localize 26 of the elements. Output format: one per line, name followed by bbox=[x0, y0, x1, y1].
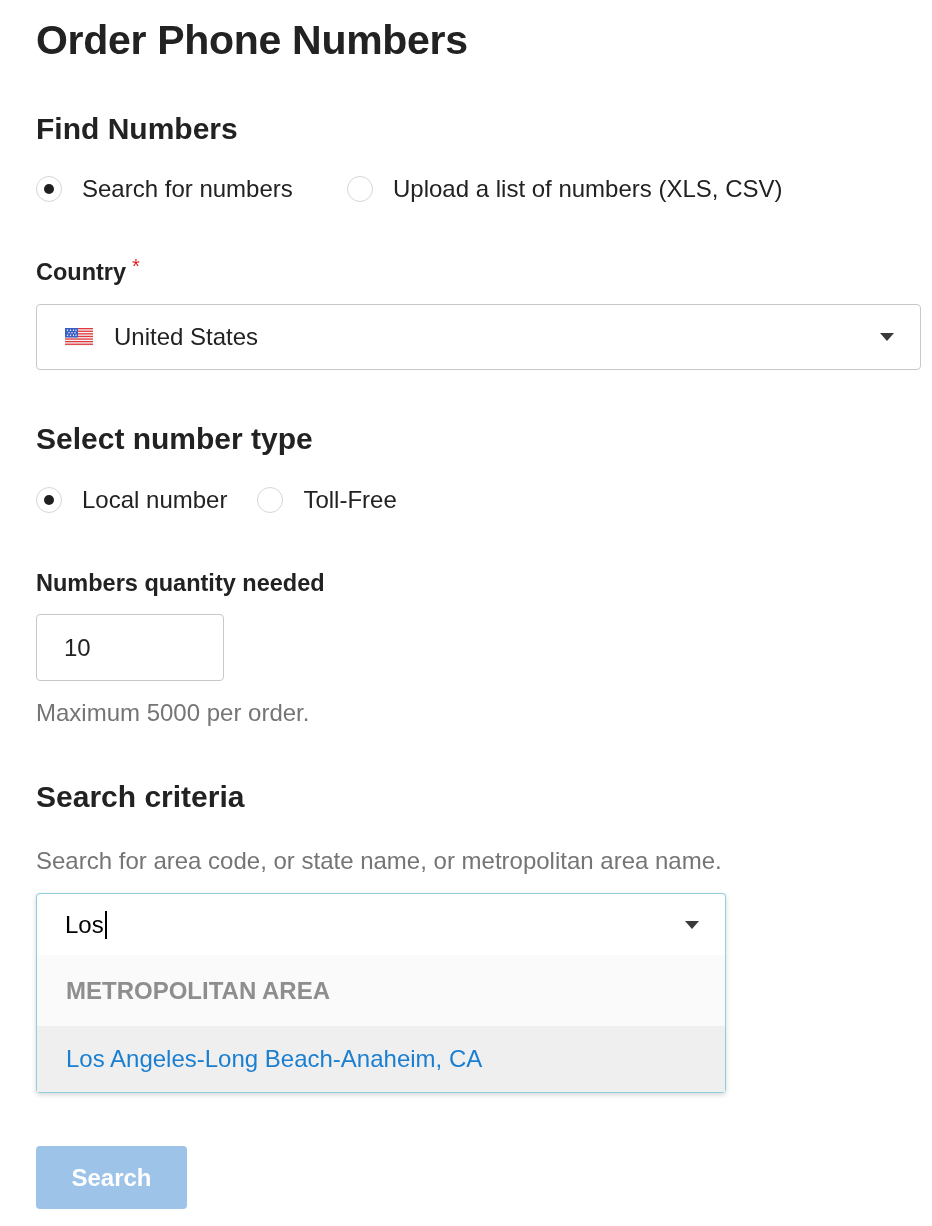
section-heading: Select number type bbox=[36, 421, 313, 457]
caret-down-icon bbox=[685, 920, 699, 929]
dropdown-option[interactable]: Los Angeles-Long Beach-Anaheim, CA bbox=[37, 1026, 725, 1092]
radio-option[interactable]: Toll-Free bbox=[257, 486, 397, 514]
radio-option[interactable]: Search for numbers bbox=[36, 175, 347, 203]
quantity-input[interactable]: 10 bbox=[36, 614, 224, 681]
section-heading: Find Numbers bbox=[36, 111, 238, 147]
country-select[interactable]: United States bbox=[36, 304, 921, 370]
caret-down-icon bbox=[880, 333, 894, 341]
radio-button[interactable] bbox=[36, 487, 62, 513]
hint-text: Search for area code, or state name, or metropolitan area name. bbox=[36, 847, 722, 875]
field-label: Country bbox=[36, 258, 127, 286]
required-mark: * bbox=[132, 256, 140, 276]
hint-text: Maximum 5000 per order. bbox=[36, 699, 310, 727]
field-label: Numbers quantity needed bbox=[36, 569, 325, 597]
radio-button[interactable] bbox=[36, 176, 62, 202]
text-cursor-icon bbox=[104, 910, 107, 939]
radio-option[interactable]: Local number bbox=[36, 486, 228, 514]
page-title: Order Phone Numbers bbox=[36, 16, 468, 64]
radio-option[interactable]: Upload a list of numbers (XLS, CSV) bbox=[347, 175, 783, 203]
search-combobox[interactable]: Los bbox=[36, 893, 726, 955]
radio-button[interactable] bbox=[257, 487, 284, 513]
section-heading: Search criteria bbox=[36, 779, 245, 815]
radio-button[interactable] bbox=[347, 176, 373, 202]
group-heading: METROPOLITAN AREA bbox=[65, 975, 331, 1006]
flag-icon bbox=[65, 328, 93, 346]
